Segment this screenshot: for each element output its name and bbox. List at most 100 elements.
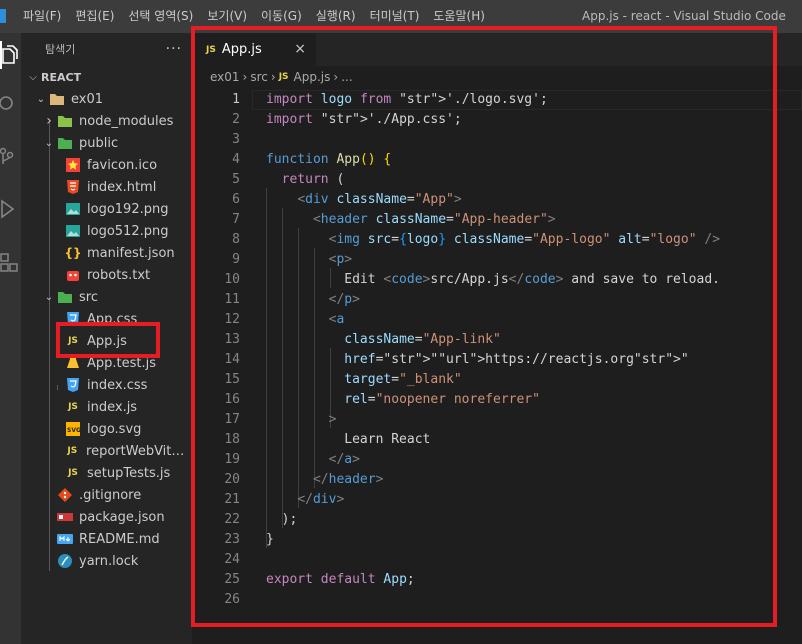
tree-item-label: node_modules — [79, 113, 174, 129]
tree-item-manifest-json[interactable]: {} manifest.json — [21, 242, 192, 264]
public-folder-icon — [57, 135, 73, 151]
tree-item-public[interactable]: ⌄ public — [21, 132, 192, 154]
code-line: 25 export default App; — [192, 570, 802, 590]
chevron-right-icon: › — [333, 70, 339, 84]
tree-item-reportwebvital[interactable]: JS reportWebVital... — [21, 440, 192, 462]
menu-go[interactable]: 이동(G) — [254, 0, 309, 33]
menu-view[interactable]: 보기(V) — [200, 0, 254, 33]
explorer-files-icon[interactable] — [0, 41, 21, 69]
folder-icon — [49, 91, 65, 107]
tree-item-index-css[interactable]: index.css — [21, 374, 192, 396]
code-line: 10 Edit <code>src/App.js</code> and save… — [192, 270, 802, 290]
menu-help[interactable]: 도움말(H) — [426, 0, 492, 33]
tree-item-favicon-ico[interactable]: favicon.ico — [21, 154, 192, 176]
chevron-down-icon: ⌄ — [44, 137, 54, 149]
js-icon: JS — [67, 446, 78, 456]
explorer-header: 탐색기 ··· — [21, 33, 192, 65]
tree-item-robots-txt[interactable]: robots.txt — [21, 264, 192, 286]
tree-item-app-test-js[interactable]: App.test.js — [21, 352, 192, 374]
code-text: Learn React — [266, 432, 431, 447]
tree-item-package-json[interactable]: package.json — [21, 506, 192, 528]
breadcrumb-src[interactable]: src — [250, 70, 268, 84]
favicon-star-icon — [65, 157, 81, 173]
code-text: } — [266, 532, 274, 547]
tree-item-label: App.js — [87, 333, 127, 349]
chevron-right-icon: › — [46, 113, 52, 129]
tree-item-gitignore[interactable]: .gitignore — [21, 484, 192, 506]
breadcrumb-app-js[interactable]: App.js — [294, 70, 331, 84]
line-number: 7 — [232, 212, 240, 227]
tree-item-src[interactable]: ⌄ src — [21, 286, 192, 308]
tree-item-label: .gitignore — [79, 487, 142, 503]
code-line: 22 ); — [192, 510, 802, 530]
json-braces-icon: {} — [64, 246, 82, 260]
tree-item-app-css[interactable]: App.css — [21, 308, 192, 330]
run-debug-icon[interactable] — [0, 195, 21, 223]
code-text: target="_blank" — [344, 372, 462, 387]
menu-run[interactable]: 실행(R) — [309, 0, 363, 33]
code-line: 4 function App() { — [192, 150, 802, 170]
code-line: 26 — [192, 590, 802, 610]
code-text: <a — [328, 312, 345, 327]
menu-selection[interactable]: 선택 영역(S) — [121, 0, 200, 33]
tree-item-logo512-png[interactable]: logo512.png — [21, 220, 192, 242]
menu-file[interactable]: 파일(F) — [16, 0, 68, 33]
tree-item-index-js[interactable]: JS index.js — [21, 396, 192, 418]
npm-icon — [57, 509, 73, 525]
tree-item-logo-svg[interactable]: SVG logo.svg — [21, 418, 192, 440]
css3-icon — [65, 377, 81, 393]
menu-terminal[interactable]: 터미널(T) — [363, 0, 427, 33]
code-line: 21 </div> — [192, 490, 802, 510]
tab-label: App.js — [221, 42, 262, 57]
node-modules-folder-icon — [57, 113, 73, 129]
line-number: 5 — [232, 172, 240, 187]
svg-icon: SVG — [65, 421, 81, 437]
tree-item-setuptests-js[interactable]: JS setupTests.js — [21, 462, 192, 484]
tab-app-js[interactable]: JS App.js × — [192, 33, 316, 66]
code-text: ); — [266, 512, 298, 527]
css3-icon — [65, 311, 81, 327]
code-line: 23} — [192, 530, 802, 550]
code-line: 12 <a — [192, 310, 802, 330]
tree-item-label: reportWebVital... — [86, 443, 192, 459]
explorer-section-react[interactable]: ⌵ REACT — [21, 66, 192, 88]
menu-edit[interactable]: 편집(E) — [68, 0, 121, 33]
tree-item-label: manifest.json — [87, 245, 175, 261]
code-line: 24 — [192, 550, 802, 570]
breadcrumb-ex01[interactable]: ex01 — [210, 70, 240, 84]
more-actions-icon[interactable]: ··· — [166, 41, 182, 57]
tree-item-yarn-lock[interactable]: yarn.lock — [21, 550, 192, 572]
tree-item-label: README.md — [79, 531, 160, 547]
explorer-sidebar: 탐색기 ··· ⌵ REACT ⌄ ex01 › node_modules ⌄ publi… — [21, 33, 192, 644]
source-control-icon[interactable] — [0, 143, 21, 171]
activity-bar — [0, 33, 21, 644]
line-number: 6 — [232, 192, 240, 207]
search-icon[interactable] — [0, 89, 21, 117]
code-text: </header> — [312, 472, 384, 487]
tree-item-readme-md[interactable]: README.md — [21, 528, 192, 550]
tree-item-logo192-png[interactable]: logo192.png — [21, 198, 192, 220]
breadcrumb-more[interactable]: ... — [341, 70, 352, 84]
image-icon — [65, 223, 81, 239]
extensions-icon[interactable] — [0, 249, 21, 277]
code-line: 15 target="_blank" — [192, 370, 802, 390]
tree-item-index-html[interactable]: index.html — [21, 176, 192, 198]
tree-item-node-modules[interactable]: › node_modules — [21, 110, 192, 132]
tree-item-ex01[interactable]: ⌄ ex01 — [21, 88, 192, 110]
line-number: 19 — [224, 452, 240, 467]
close-icon[interactable]: × — [294, 41, 306, 57]
image-icon — [65, 201, 81, 217]
code-text: <p> — [328, 252, 353, 267]
code-line: 13 className="App-link" — [192, 330, 802, 350]
tree-item-app-js[interactable]: JS App.js — [21, 330, 192, 352]
